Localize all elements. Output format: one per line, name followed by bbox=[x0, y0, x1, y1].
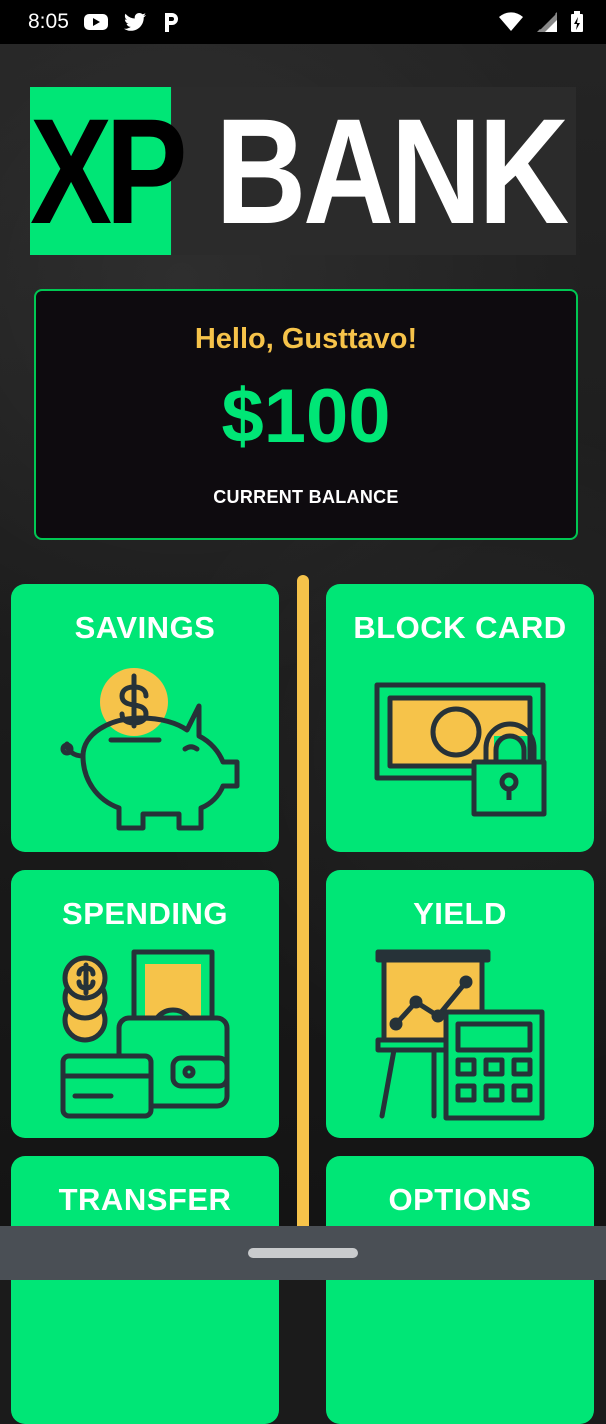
greeting-text: Hello, Gusttavo! bbox=[194, 323, 418, 355]
block-card-button[interactable]: BLOCK CARD bbox=[326, 584, 594, 852]
options-button[interactable]: OPTIONS bbox=[326, 1156, 594, 1424]
home-gesture-handle[interactable] bbox=[248, 1248, 358, 1258]
chart-calculator-icon bbox=[375, 949, 545, 1121]
battery-icon bbox=[570, 11, 584, 33]
twitter-icon bbox=[123, 12, 147, 32]
logo-xp-text: XP bbox=[30, 87, 188, 255]
transfer-button[interactable]: TRANSFER bbox=[11, 1156, 279, 1424]
xp-bank-logo: XP BANK bbox=[30, 87, 576, 255]
p-icon bbox=[161, 11, 181, 33]
balance-amount: $100 bbox=[221, 374, 391, 459]
wallet-cash-icon bbox=[60, 949, 230, 1119]
transfer-label: TRANSFER bbox=[58, 1182, 232, 1217]
youtube-icon bbox=[83, 12, 109, 32]
savings-button[interactable]: SAVINGS bbox=[11, 584, 279, 852]
card-lock-icon bbox=[374, 682, 547, 817]
piggy-bank-icon bbox=[60, 668, 240, 831]
yield-button[interactable]: YIELD bbox=[326, 870, 594, 1138]
column-divider bbox=[297, 575, 309, 1235]
logo-bank-text: BANK bbox=[215, 87, 569, 255]
options-label: OPTIONS bbox=[388, 1182, 532, 1217]
navigation-bar bbox=[0, 1226, 606, 1280]
wifi-icon bbox=[498, 12, 524, 32]
signal-icon bbox=[536, 11, 558, 33]
clock: 8:05 bbox=[28, 10, 69, 33]
spending-button[interactable]: SPENDING bbox=[11, 870, 279, 1138]
balance-card: Hello, Gusttavo! $100 CURRENT BALANCE bbox=[34, 289, 578, 540]
status-bar: 8:05 bbox=[0, 0, 606, 44]
balance-label: CURRENT BALANCE bbox=[213, 487, 399, 507]
